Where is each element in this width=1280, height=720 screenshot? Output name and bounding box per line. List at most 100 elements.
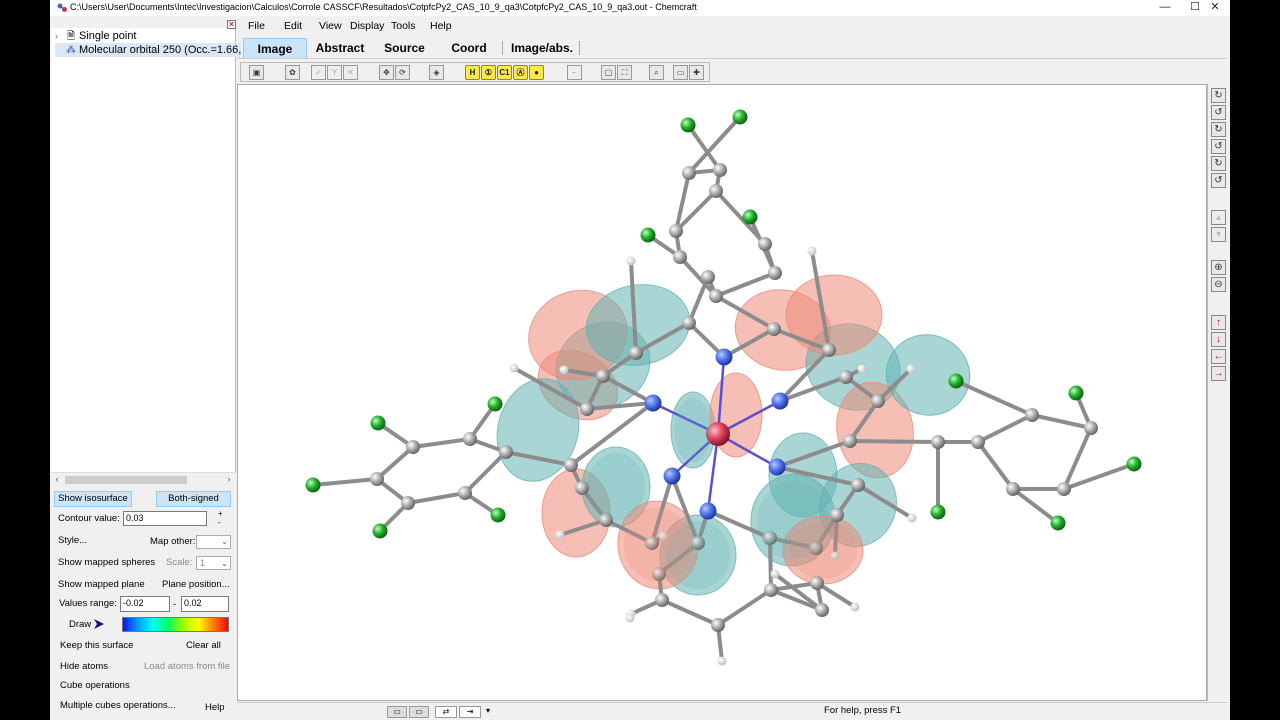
fit-rotate-icon[interactable]: ⟳	[395, 65, 410, 80]
atom-cl[interactable]	[1126, 456, 1142, 472]
move-down-icon[interactable]: ↓	[1211, 332, 1226, 347]
cube-operations-button[interactable]: Cube operations	[60, 679, 130, 693]
atom-cl[interactable]	[370, 415, 386, 431]
contour-decrease-button[interactable]: -	[218, 516, 221, 530]
rotate-right-icon[interactable]: ↺	[1211, 139, 1226, 154]
menu-help[interactable]: Help	[430, 20, 452, 32]
center-icon[interactable]: ✥	[379, 65, 394, 80]
atom-labels-icon[interactable]: C1	[497, 65, 512, 80]
atom-cl[interactable]	[1050, 515, 1066, 531]
show-mapped-spheres-button[interactable]: Show mapped spheres	[58, 556, 155, 570]
redirect-icon[interactable]: ⇥	[459, 706, 481, 718]
dihedral-tool-icon[interactable]: ✕	[343, 65, 358, 80]
rotate-up-icon[interactable]: ↻	[1211, 88, 1226, 103]
hide-atoms-button[interactable]: Hide atoms	[60, 660, 108, 674]
atom-c[interactable]	[463, 432, 477, 446]
rotate-cw-icon[interactable]: ↻	[1211, 156, 1226, 171]
atom-numbers-icon[interactable]: ①	[481, 65, 496, 80]
atom-symbols-icon[interactable]: Ⓐ	[513, 65, 528, 80]
status-toggle-icon[interactable]: ▭	[409, 706, 429, 718]
atom-c[interactable]	[758, 237, 772, 251]
menu-view[interactable]: View	[319, 20, 342, 32]
tab-image-abs[interactable]: Image/abs.	[507, 38, 577, 58]
atom-c[interactable]	[406, 440, 420, 454]
rotate-left-icon[interactable]: ↻	[1211, 122, 1226, 137]
atom-cl[interactable]	[487, 396, 503, 412]
style-button[interactable]: Style...	[58, 534, 87, 548]
plane-position-button[interactable]: Plane position...	[162, 578, 230, 592]
atom-n[interactable]	[768, 458, 786, 476]
atom-c[interactable]	[655, 593, 669, 607]
molecule-render[interactable]	[238, 85, 1207, 701]
atom-c[interactable]	[830, 508, 844, 522]
atom-h[interactable]	[770, 569, 780, 579]
atom-c[interactable]	[711, 618, 725, 632]
show-isosurface-button[interactable]: Show isosurface	[54, 491, 132, 507]
atom-c[interactable]	[971, 435, 985, 449]
range-min-input[interactable]: -0.02	[120, 596, 170, 612]
job-tree[interactable]: › 🗎 Single point ⁂ Molecular orbital 250 (O…	[51, 28, 242, 472]
chevron-down-icon[interactable]: ▾	[483, 706, 493, 718]
atom-c[interactable]	[871, 394, 885, 408]
atom-c[interactable]	[682, 166, 696, 180]
range-max-input[interactable]: 0.02	[181, 596, 229, 612]
atom-h[interactable]	[559, 365, 569, 375]
menu-tools[interactable]: Tools	[391, 20, 416, 32]
atom-c[interactable]	[401, 496, 415, 510]
close-panel-icon[interactable]: ✕	[227, 20, 236, 29]
atom-c[interactable]	[580, 402, 594, 416]
zoom-icon[interactable]: ⌕	[649, 65, 664, 80]
atom-cl[interactable]	[640, 227, 656, 243]
atom-c[interactable]	[1025, 408, 1039, 422]
atom-cl[interactable]	[680, 117, 696, 133]
both-signed-button[interactable]: Both-signed	[156, 491, 231, 507]
atom-c[interactable]	[1006, 482, 1020, 496]
tab-source[interactable]: Source	[377, 38, 432, 58]
atom-h[interactable]	[906, 364, 916, 374]
atom-c[interactable]	[669, 224, 683, 238]
render-icon[interactable]: ◈	[429, 65, 444, 80]
scroll-right-icon[interactable]: ›	[223, 473, 235, 487]
menu-edit[interactable]: Edit	[284, 20, 302, 32]
screenshot-icon[interactable]: ▣	[249, 65, 264, 80]
move-up-icon[interactable]: ↑	[1211, 315, 1226, 330]
window-frame-icon[interactable]: ▢	[601, 65, 616, 80]
load-atoms-button[interactable]: Load atoms from file	[144, 660, 230, 674]
layer-up-icon[interactable]: ▴	[1211, 210, 1226, 225]
atom-n[interactable]	[663, 467, 681, 485]
atom-cl[interactable]	[1068, 385, 1084, 401]
measure-icon[interactable]: ⌐	[567, 65, 582, 80]
tab-abstract[interactable]: Abstract	[309, 38, 371, 58]
atom-c[interactable]	[839, 370, 853, 384]
close-window-button[interactable]: ✕	[1200, 0, 1230, 16]
menu-display[interactable]: Display	[350, 20, 384, 32]
tab-coord[interactable]: Coord	[443, 38, 495, 58]
atom-cl[interactable]	[732, 109, 748, 125]
add-icon[interactable]: ✚	[689, 65, 704, 80]
atom-cl[interactable]	[305, 477, 321, 493]
atom-cl[interactable]	[490, 507, 506, 523]
atom-c[interactable]	[575, 481, 589, 495]
tree-item-molecular-orbital[interactable]: ⁂ Molecular orbital 250 (Occ.=1.66,	[55, 43, 242, 57]
atom-h[interactable]	[509, 363, 519, 373]
move-left-icon[interactable]: ←	[1211, 349, 1226, 364]
atom-h[interactable]	[807, 246, 817, 256]
atom-n[interactable]	[644, 394, 662, 412]
atom-c[interactable]	[701, 270, 715, 284]
atom-h[interactable]	[717, 656, 727, 666]
atom-c[interactable]	[764, 583, 778, 597]
symmetry-icon[interactable]: ✿	[285, 65, 300, 80]
atom-cl[interactable]	[742, 209, 758, 225]
atom-c[interactable]	[931, 435, 945, 449]
expand-icon[interactable]: ›	[55, 29, 65, 43]
atom-cl[interactable]	[930, 504, 946, 520]
menu-file[interactable]: File	[248, 20, 265, 32]
help-button[interactable]: Help	[205, 701, 225, 715]
atom-c[interactable]	[629, 346, 643, 360]
atom-c[interactable]	[682, 316, 696, 330]
atom-h[interactable]	[625, 613, 635, 623]
layer-down-icon[interactable]: ▾	[1211, 227, 1226, 242]
atom-c[interactable]	[673, 250, 687, 264]
atom-c[interactable]	[843, 434, 857, 448]
atom-c[interactable]	[564, 458, 578, 472]
